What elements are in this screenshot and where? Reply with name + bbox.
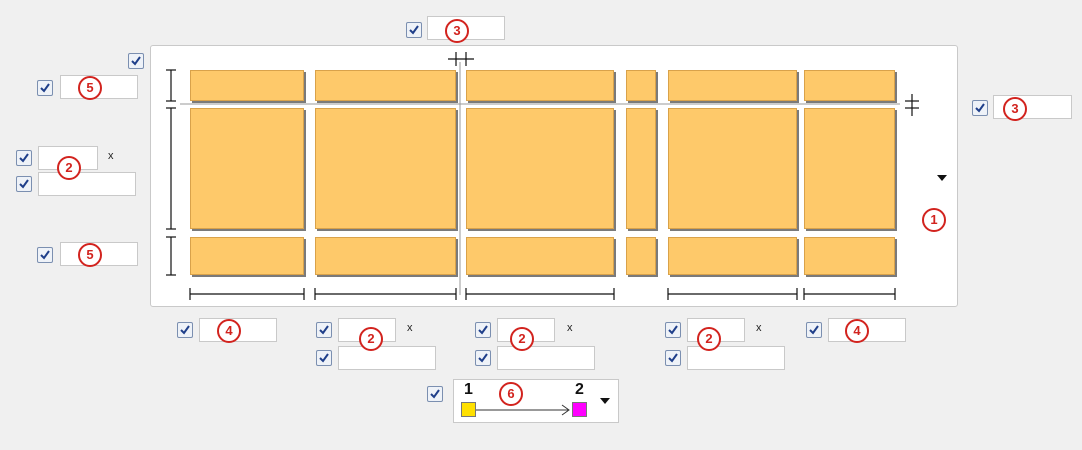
size-a-height-field[interactable] — [338, 346, 436, 370]
checkmark-icon — [319, 325, 329, 335]
size-c-height-field[interactable] — [687, 346, 785, 370]
badge-3: 3 — [1003, 97, 1027, 121]
badge-6: 6 — [499, 382, 523, 406]
badge-1: 1 — [922, 208, 946, 232]
margin-bottom-checkbox[interactable] — [37, 247, 53, 263]
size-b-height-checkbox[interactable] — [475, 350, 491, 366]
badge-2: 2 — [359, 327, 383, 351]
badge-2: 2 — [510, 327, 534, 351]
size-a-height-checkbox[interactable] — [316, 350, 332, 366]
checkmark-icon — [409, 25, 419, 35]
checkmark-icon — [319, 353, 329, 363]
gradient-checkbox[interactable] — [427, 386, 443, 402]
checkmark-icon — [809, 325, 819, 335]
margin-top-checkbox[interactable] — [37, 80, 53, 96]
badge-2: 2 — [57, 156, 81, 180]
caret-down-icon[interactable] — [600, 398, 610, 404]
badge-2: 2 — [697, 327, 721, 351]
size-c-height-checkbox[interactable] — [665, 350, 681, 366]
badge-4: 4 — [217, 319, 241, 343]
size-c-width-checkbox[interactable] — [665, 322, 681, 338]
checkmark-icon — [40, 250, 50, 260]
size-left-width-checkbox[interactable] — [16, 150, 32, 166]
badge-5: 5 — [78, 243, 102, 267]
gradient-start-swatch — [461, 402, 476, 417]
gradient-start-label: 1 — [464, 381, 473, 398]
size-b-height-field[interactable] — [497, 346, 595, 370]
size-a-width-checkbox[interactable] — [316, 322, 332, 338]
badge-5: 5 — [78, 76, 102, 100]
badge-4: 4 — [845, 319, 869, 343]
checkmark-icon — [19, 153, 29, 163]
checkmark-icon — [478, 325, 488, 335]
x-separator: x — [567, 322, 573, 334]
checkmark-icon — [668, 353, 678, 363]
gradient-end-label: 2 — [575, 381, 584, 398]
checkmark-icon — [975, 103, 985, 113]
gap-top-checkbox[interactable] — [406, 22, 422, 38]
checkmark-icon — [430, 389, 440, 399]
checkmark-icon — [131, 56, 141, 66]
margin-left-checkbox[interactable] — [177, 322, 193, 338]
gradient-end-swatch — [572, 402, 587, 417]
checkmark-icon — [478, 353, 488, 363]
x-separator: x — [756, 322, 762, 334]
size-b-width-checkbox[interactable] — [475, 322, 491, 338]
checkmark-icon — [19, 179, 29, 189]
caret-down-icon[interactable] — [937, 175, 947, 181]
gap-right-checkbox[interactable] — [972, 100, 988, 116]
x-separator: x — [108, 150, 114, 162]
gradient-direction-dropdown[interactable] — [453, 379, 619, 423]
x-separator: x — [407, 322, 413, 334]
size-left-height-checkbox[interactable] — [16, 176, 32, 192]
checkmark-icon — [40, 83, 50, 93]
badge-3: 3 — [445, 19, 469, 43]
arrow-right-icon — [476, 404, 570, 416]
size-left-height-field[interactable] — [38, 172, 136, 196]
checkmark-icon — [180, 325, 190, 335]
margin-right-checkbox[interactable] — [806, 322, 822, 338]
panel-checkbox[interactable] — [128, 53, 144, 69]
checkmark-icon — [668, 325, 678, 335]
